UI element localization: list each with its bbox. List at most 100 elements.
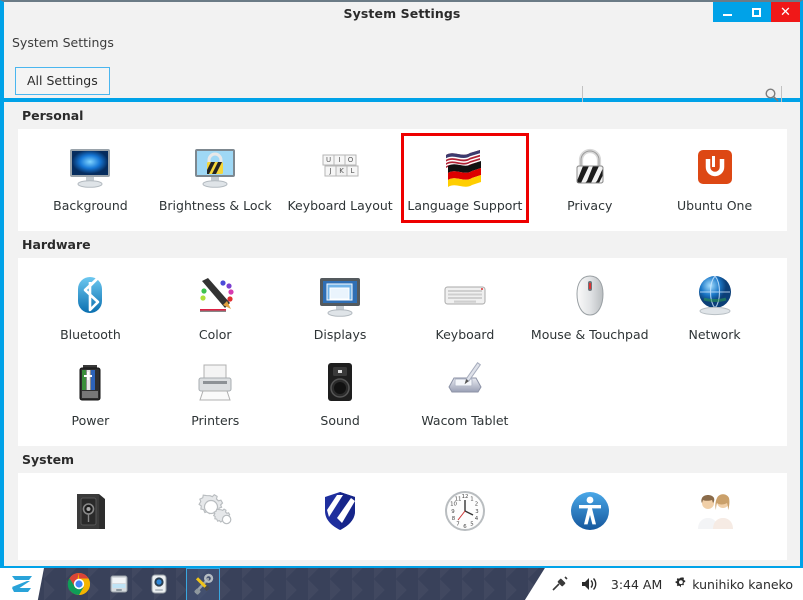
maximize-button[interactable]: [742, 2, 771, 22]
user-name: kunihiko kaneko: [692, 576, 793, 592]
close-button[interactable]: ✕: [771, 2, 800, 22]
displays-icon: [314, 270, 366, 322]
settings-item-label: Language Support: [407, 198, 523, 213]
section-title: Hardware: [22, 237, 91, 252]
system-tray: 3:44 AM kunihiko kaneko: [524, 568, 803, 600]
toolbar: System Settings All Settings: [4, 24, 800, 108]
settings-item-wacom-tablet[interactable]: Wacom Tablet: [403, 350, 528, 436]
padlock-icon: [564, 141, 616, 193]
keyboard-icon: [439, 270, 491, 322]
tablet-pen-icon: [439, 356, 491, 408]
svg-text:3: 3: [475, 509, 478, 515]
section-personal: Personal Background Brightness & Lock U …: [8, 102, 797, 231]
settings-item[interactable]: 12 3 6 9 1245 7 8 10 11: [403, 479, 528, 550]
keyboard-keys-icon: U I O J K L: [314, 141, 366, 193]
tools-settings-icon[interactable]: [186, 568, 220, 600]
minimize-button[interactable]: [713, 2, 742, 22]
zorin-logo-icon: [12, 576, 32, 592]
safe-details-icon: [64, 485, 116, 537]
svg-text:J: J: [329, 167, 332, 175]
settings-item[interactable]: [527, 479, 652, 550]
app-label: System Settings: [12, 35, 114, 50]
settings-item[interactable]: [28, 479, 153, 550]
section-title: Personal: [22, 108, 84, 123]
settings-item-network[interactable]: Network: [652, 264, 777, 350]
window-title: System Settings: [343, 5, 461, 21]
settings-item-background[interactable]: Background: [28, 135, 153, 221]
shield-security-icon: [314, 485, 366, 537]
bluetooth-icon: [64, 270, 116, 322]
svg-text:4: 4: [475, 516, 479, 522]
printer-icon: [189, 356, 241, 408]
volume-icon[interactable]: [580, 576, 600, 592]
start-button[interactable]: [0, 568, 44, 600]
settings-item-label: Keyboard Layout: [287, 198, 393, 213]
settings-item-ubuntu-one[interactable]: Ubuntu One: [652, 135, 777, 221]
svg-text:K: K: [339, 167, 344, 175]
monitor-lock-icon: [189, 141, 241, 193]
chrome-icon[interactable]: [66, 571, 92, 597]
settings-item-displays[interactable]: Displays: [278, 264, 403, 350]
settings-item-label: Displays: [313, 327, 367, 342]
taskbar-apps: [66, 568, 220, 600]
system-settings-window: System Settings ✕ System Settings All Se…: [0, 0, 803, 566]
settings-content: Personal Background Brightness & Lock U …: [8, 102, 797, 566]
section-title: System: [22, 452, 75, 467]
svg-text:7: 7: [456, 522, 459, 528]
svg-text:11: 11: [454, 497, 461, 503]
window-buttons: ✕: [713, 2, 800, 22]
gear-icon: [675, 577, 686, 588]
settings-item[interactable]: [278, 479, 403, 550]
settings-item-mouse-touchpad[interactable]: Mouse & Touchpad: [527, 264, 652, 350]
settings-item[interactable]: [652, 479, 777, 550]
settings-item-label: Brightness & Lock: [158, 198, 272, 213]
svg-text:5: 5: [470, 522, 473, 528]
svg-text:6: 6: [463, 524, 467, 530]
settings-item-label: Bluetooth: [60, 327, 121, 342]
svg-text:O: O: [348, 156, 354, 164]
plug-icon[interactable]: [551, 575, 569, 593]
camera-icon[interactable]: [146, 571, 172, 597]
settings-item-bluetooth[interactable]: Bluetooth: [28, 264, 153, 350]
settings-item[interactable]: [153, 479, 278, 550]
settings-item-printers[interactable]: Printers: [153, 350, 278, 436]
settings-item-sound[interactable]: Sound: [278, 350, 403, 436]
all-settings-button[interactable]: All Settings: [15, 67, 110, 95]
title-bar: System Settings ✕: [4, 2, 800, 24]
settings-grid: Background Brightness & Lock U I O J K L…: [18, 129, 787, 231]
settings-item-brightness-lock[interactable]: Brightness & Lock: [153, 135, 278, 221]
settings-item-label: Privacy: [567, 198, 613, 213]
settings-item-language-support[interactable]: Language Support: [400, 133, 530, 223]
settings-item-label: Sound: [320, 413, 360, 428]
svg-text:12: 12: [461, 494, 468, 500]
settings-item-label: Color: [198, 327, 232, 342]
clock-icon: 12 3 6 9 1245 7 8 10 11: [439, 485, 491, 537]
settings-item-label: Ubuntu One: [676, 198, 753, 213]
user-menu[interactable]: kunihiko kaneko: [673, 576, 793, 592]
gears-software-icon: [189, 485, 241, 537]
settings-item-label: Keyboard: [435, 327, 495, 342]
svg-text:8: 8: [452, 516, 456, 522]
settings-item-color[interactable]: Color: [153, 264, 278, 350]
settings-item-keyboard-layout[interactable]: U I O J K L Keyboard Layout: [278, 135, 403, 221]
settings-grid: Bluetooth Color Displays Keyboard Mouse …: [18, 258, 787, 446]
clock[interactable]: 3:44 AM: [611, 577, 662, 592]
settings-item-privacy[interactable]: Privacy: [527, 135, 652, 221]
monitor-background-icon: [64, 141, 116, 193]
svg-text:L: L: [351, 167, 355, 175]
settings-item-keyboard[interactable]: Keyboard: [403, 264, 528, 350]
svg-text:I: I: [339, 156, 341, 164]
settings-item-power[interactable]: Power: [28, 350, 153, 436]
settings-grid: 12 3 6 9 1245 7 8 10 11: [18, 473, 787, 560]
settings-item-label: Wacom Tablet: [421, 413, 509, 428]
flags-icon: [439, 141, 491, 193]
battery-icon: [64, 356, 116, 408]
svg-text:9: 9: [451, 509, 455, 515]
file-manager-icon[interactable]: [106, 571, 132, 597]
svg-text:2: 2: [475, 502, 478, 508]
ubuntu-one-icon: [689, 141, 741, 193]
mouse-icon: [564, 270, 616, 322]
color-pencil-icon: [189, 270, 241, 322]
globe-network-icon: [689, 270, 741, 322]
taskbar: 3:44 AM kunihiko kaneko: [0, 566, 803, 600]
